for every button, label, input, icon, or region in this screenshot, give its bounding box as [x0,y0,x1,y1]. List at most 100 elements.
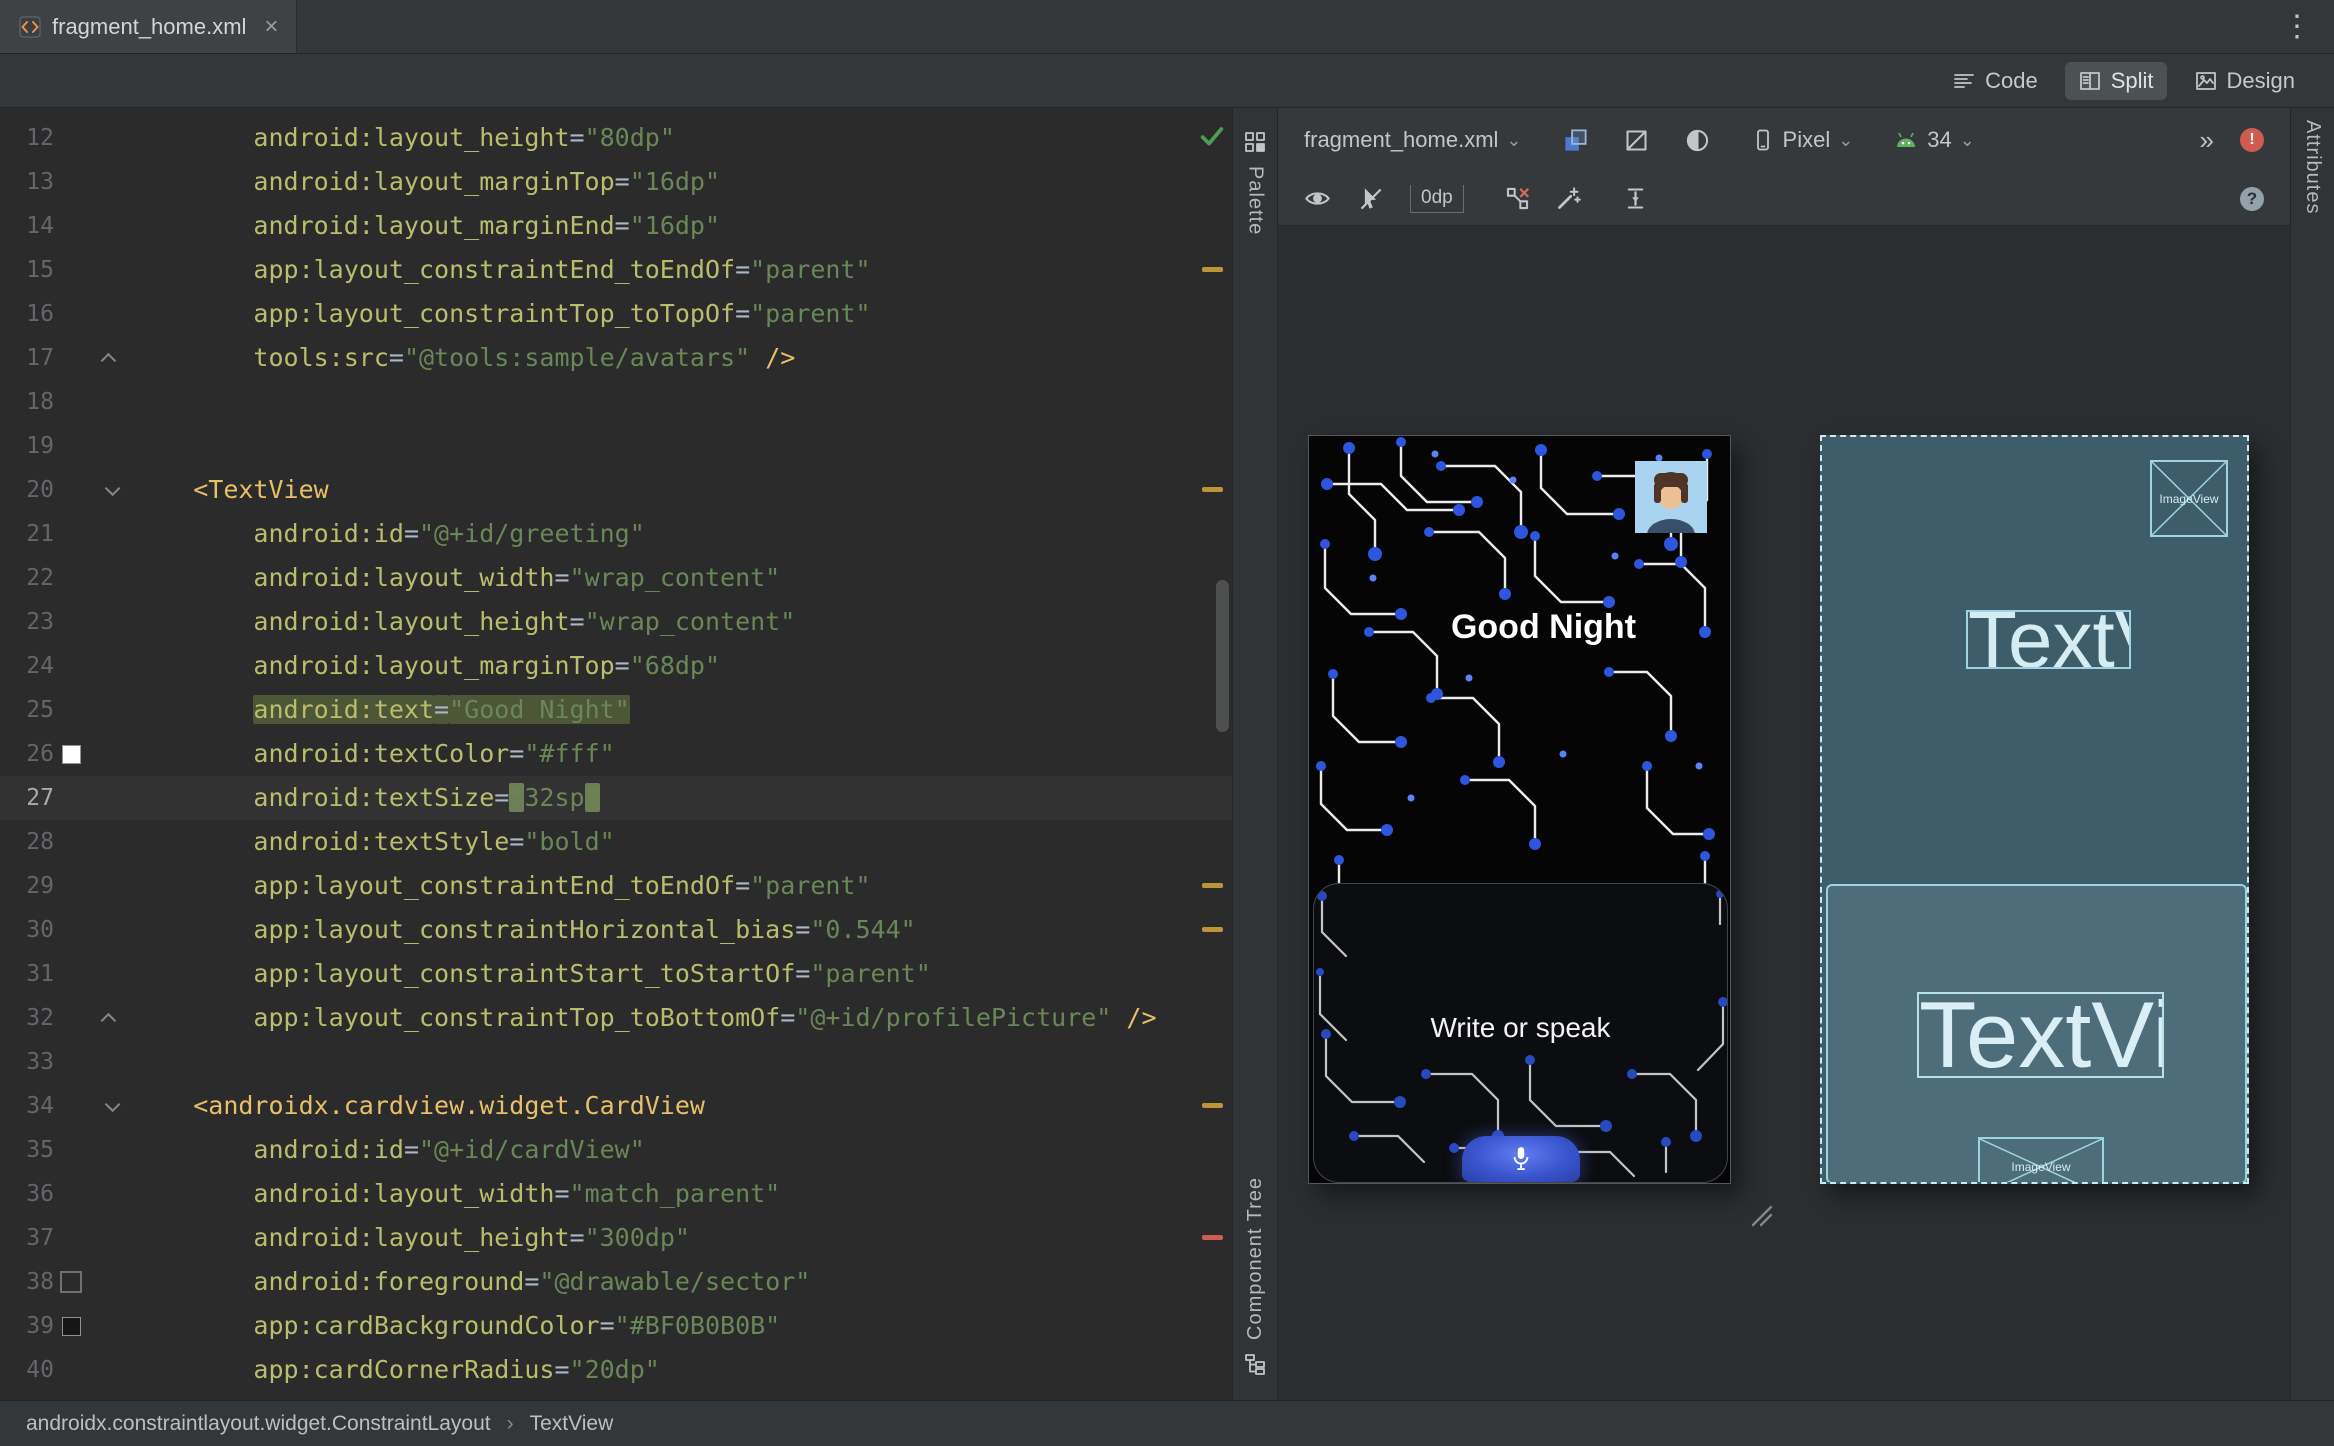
color-swatch[interactable] [62,745,81,764]
blueprint-textview-card[interactable]: TextView [1917,992,2164,1078]
code-line-23[interactable]: 23 android:layout_height="wrap_content" [0,600,1232,644]
warn-stripe-mark[interactable] [1202,487,1223,492]
code-line-32[interactable]: 32 app:layout_constraintTop_toBottomOf="… [0,996,1232,1040]
code-line-31[interactable]: 31 app:layout_constraintStart_toStartOf=… [0,952,1232,996]
design-preview-phone[interactable]: Good Night [1308,435,1731,1184]
editor-scrollbar-thumb[interactable] [1216,580,1229,732]
warn-stripe-mark[interactable] [1202,267,1223,272]
code-line-33[interactable]: 33 [0,1040,1232,1084]
warn-stripe-mark[interactable] [1202,1103,1223,1108]
textview-label: TextView [1968,610,2131,669]
code-line-22[interactable]: 22 android:layout_width="wrap_content" [0,556,1232,600]
gutter-fold-cell [88,512,133,556]
blueprint-imageview-bottom[interactable]: ImageView [1978,1137,2104,1184]
tab-close-icon[interactable]: × [264,13,278,41]
code-line-34[interactable]: 34 <androidx.cardview.widget.CardView [0,1084,1232,1128]
mic-button[interactable] [1462,1136,1580,1182]
warn-stripe-mark[interactable] [1202,927,1223,932]
fold-up-icon[interactable] [101,352,117,368]
fold-down-icon[interactable] [105,480,121,496]
device-name: Pixel [1783,127,1831,153]
card-textview[interactable]: Write or speak [1314,1012,1727,1044]
code-line-38[interactable]: 38 android:foreground="@drawable/sector" [0,1260,1232,1304]
orientation-icon[interactable] [1623,127,1650,154]
warn-stripe-mark[interactable] [1202,883,1223,888]
code-token: "0.544" [810,915,915,944]
split-mode-button[interactable]: Split [2065,62,2167,100]
code-line-30[interactable]: 30 app:layout_constraintHorizontal_bias=… [0,908,1232,952]
code-text: app:layout_constraintTop_toTopOf="parent… [133,292,1232,336]
code-line-16[interactable]: 16 app:layout_constraintTop_toTopOf="par… [0,292,1232,336]
code-token: = [554,563,569,592]
code-token: android:textSize [253,783,494,812]
color-swatch[interactable] [60,1271,82,1293]
textview-label: TextView [1919,992,2164,1078]
code-line-19[interactable]: 19 [0,424,1232,468]
help-icon[interactable]: ? [2240,187,2264,211]
design-blueprint-layers-icon[interactable] [1562,127,1589,154]
code-token: <TextView [193,475,328,504]
default-margin-chip[interactable]: 0dp [1410,185,1464,213]
code-line-21[interactable]: 21 android:id="@+id/greeting" [0,512,1232,556]
blueprint-imageview-top[interactable]: ImageView [2150,460,2228,537]
tab-fragment-home-xml[interactable]: fragment_home.xml × [0,0,297,53]
code-mode-button[interactable]: Code [1939,62,2051,100]
inspections-ok-check-icon[interactable] [1198,122,1226,150]
attributes-tab[interactable]: Attributes [2290,108,2334,1400]
code-line-12[interactable]: 12 android:layout_height="80dp" [0,116,1232,160]
code-line-13[interactable]: 13 android:layout_marginTop="16dp" [0,160,1232,204]
code-token: = [780,1003,795,1032]
design-surface[interactable]: Good Night [1278,226,2290,1400]
code-line-27[interactable]: 27 android:textSize="32sp" [0,776,1232,820]
code-line-20[interactable]: 20 <TextView [0,468,1232,512]
code-token: = [554,1355,569,1384]
code-line-28[interactable]: 28 android:textStyle="bold" [0,820,1232,864]
code-line-35[interactable]: 35 android:id="@+id/cardView" [0,1128,1232,1172]
code-line-17[interactable]: 17 tools:src="@tools:sample/avatars" /> [0,336,1232,380]
api-level-selector[interactable]: 34 ⌄ [1893,127,1975,153]
code-line-36[interactable]: 36 android:layout_width="match_parent" [0,1172,1232,1216]
issue-error-badge[interactable]: ! [2240,128,2264,152]
code-line-29[interactable]: 29 app:layout_constraintEnd_toEndOf="par… [0,864,1232,908]
card-view[interactable]: Write or speak [1313,883,1728,1183]
gutter-fold-cell [88,424,133,468]
code-line-24[interactable]: 24 android:layout_marginTop="68dp" [0,644,1232,688]
device-selector[interactable]: Pixel ⌄ [1751,127,1854,153]
blueprint-textview-greeting[interactable]: TextView [1966,610,2131,669]
code-editor[interactable]: 12 android:layout_height="80dp"13 androi… [0,108,1232,1400]
surface-resize-handle[interactable] [1745,1199,1775,1229]
line-number: 12 [0,116,54,160]
view-options-eye-icon[interactable] [1304,185,1331,212]
greeting-textview[interactable]: Good Night [1333,608,1731,647]
theme-icon[interactable] [1684,127,1711,154]
component-tree-tab[interactable]: Component Tree [1243,1177,1267,1376]
breadcrumb-constraintlayout[interactable]: androidx.constraintlayout.widget.Constra… [26,1412,491,1436]
palette-tab[interactable]: Palette [1243,130,1267,235]
code-token: app:cardBackgroundColor [253,1311,599,1340]
color-swatch[interactable] [62,1317,81,1336]
code-line-15[interactable]: 15 app:layout_constraintEnd_toEndOf="par… [0,248,1232,292]
avatar[interactable] [1635,461,1707,533]
code-text: android:textStyle="bold" [133,820,1232,864]
inspection-stripe [1194,108,1232,1400]
clear-constraints-icon[interactable] [1504,185,1531,212]
infer-constraints-wand-icon[interactable] [1555,185,1582,212]
breadcrumb-textview[interactable]: TextView [530,1412,614,1436]
layout-file-selector[interactable]: fragment_home.xml ⌄ [1304,127,1522,153]
blueprint-preview-phone[interactable]: ImageView TextView TextView ImageView [1820,435,2249,1184]
code-line-26[interactable]: 26 android:textColor="#fff" [0,732,1232,776]
pack-align-icon[interactable] [1622,185,1649,212]
code-line-40[interactable]: 40 app:cardCornerRadius="20dp" [0,1348,1232,1392]
code-line-14[interactable]: 14 android:layout_marginEnd="16dp" [0,204,1232,248]
code-line-25[interactable]: 25 android:text="Good Night" [0,688,1232,732]
error-stripe-mark[interactable] [1202,1235,1223,1240]
fold-down-icon[interactable] [105,1096,121,1112]
kebab-menu-icon[interactable]: ⋮ [2282,0,2334,53]
code-line-39[interactable]: 39 app:cardBackgroundColor="#BF0B0B0B" [0,1304,1232,1348]
code-line-37[interactable]: 37 android:layout_height="300dp" [0,1216,1232,1260]
code-line-18[interactable]: 18 [0,380,1232,424]
design-mode-button[interactable]: Design [2181,62,2308,100]
toolbar-overflow-icon[interactable]: » [2200,125,2214,156]
pointer-off-icon[interactable] [1357,185,1384,212]
fold-up-icon[interactable] [101,1012,117,1028]
